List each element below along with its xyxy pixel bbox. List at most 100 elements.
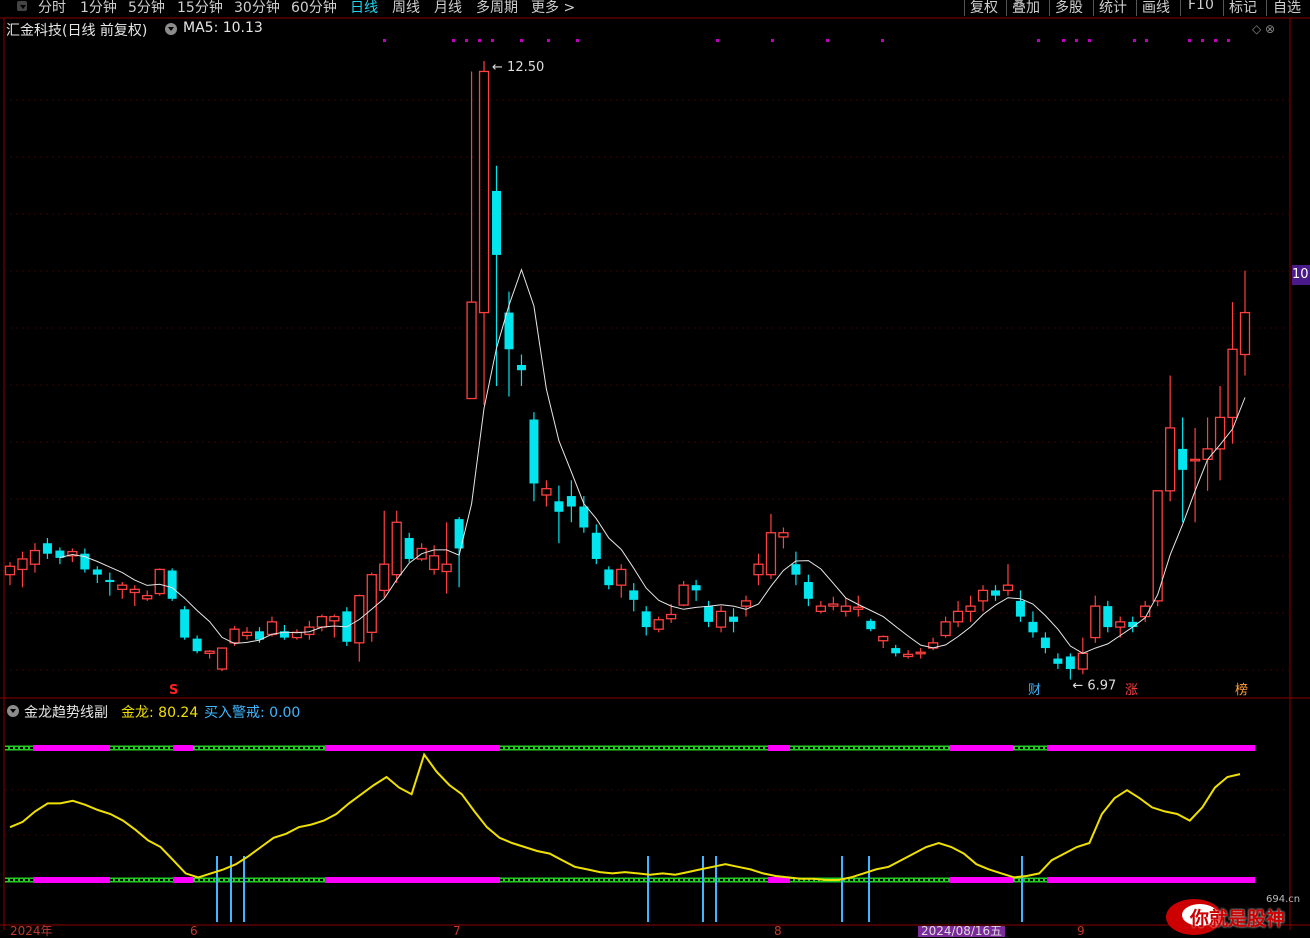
candle-body	[566, 496, 576, 507]
candle-body	[541, 488, 552, 496]
candle-body	[1178, 448, 1188, 470]
s-marker: S	[169, 683, 178, 698]
candle-body	[391, 521, 402, 576]
signal-dot	[1037, 39, 1040, 42]
kline-chart[interactable]: ← 12.50 ← 6.97 S 财 涨 榜	[0, 0, 1310, 937]
candle-body	[579, 506, 589, 528]
candle-body	[965, 605, 976, 613]
signal-dot	[576, 39, 579, 42]
watermark-text: 你就是股神	[1190, 908, 1286, 930]
candle-body	[1077, 652, 1088, 670]
candle-body	[765, 532, 777, 576]
candle-body	[478, 70, 490, 314]
candle-body	[740, 600, 752, 607]
bang-marker: 榜	[1235, 682, 1248, 698]
candle-body	[216, 647, 228, 670]
candle-body	[117, 584, 128, 591]
candle-body	[591, 532, 601, 559]
candle-body	[977, 589, 989, 602]
candle-body	[554, 501, 564, 512]
candle-body	[229, 628, 240, 644]
candle-body	[616, 568, 627, 586]
candle-body	[129, 588, 140, 594]
ma5-line	[59, 268, 1246, 654]
candle-body	[915, 651, 926, 655]
candle-body	[167, 570, 177, 599]
candle-body	[266, 621, 278, 636]
candle-body	[1239, 311, 1251, 356]
signal-dot	[1188, 39, 1191, 42]
candle-body	[903, 653, 914, 658]
candle-body	[92, 569, 102, 575]
candle-body	[441, 563, 452, 573]
indicator-title: 金龙趋势线副	[24, 705, 108, 721]
signal-dot	[1227, 39, 1230, 42]
candle-body	[1090, 605, 1101, 639]
candle-body	[815, 605, 826, 613]
signal-dot	[881, 39, 884, 42]
low-price-label: ← 6.97	[1072, 679, 1116, 694]
right-price-tag: 10	[1292, 265, 1310, 285]
candle-body	[1165, 427, 1176, 492]
dropdown-icon[interactable]	[165, 23, 177, 35]
signal-dot	[491, 39, 494, 42]
candle-body	[604, 569, 614, 586]
candle-body	[704, 606, 714, 622]
candle-body	[940, 621, 951, 637]
candle-body	[803, 582, 813, 599]
candle-body	[17, 558, 28, 571]
candle-body	[379, 563, 390, 592]
indicator-dropdown-icon[interactable]	[7, 705, 19, 717]
candle-body	[1115, 621, 1126, 628]
signal-dot	[1133, 39, 1136, 42]
cai-marker: 财	[1028, 683, 1041, 698]
x-axis-label: 9	[1077, 924, 1085, 938]
x-axis-label: 7	[453, 924, 461, 938]
candle-body	[1202, 448, 1213, 461]
stock-title: 汇金科技(日线 前复权)	[6, 23, 148, 39]
x-axis-label: 2024年	[10, 924, 53, 938]
candle-body	[715, 610, 727, 628]
candle-body	[29, 549, 41, 565]
candle-body	[878, 635, 889, 642]
candle-body	[329, 615, 340, 622]
candle-body	[142, 594, 153, 600]
gold-dragon-value: 金龙: 80.24	[121, 705, 199, 721]
candle-body	[866, 620, 876, 630]
signal-dot	[520, 39, 523, 42]
gold-dragon-line	[9, 752, 1241, 881]
candle-body	[529, 419, 539, 484]
candle-body	[504, 312, 514, 350]
candle-body	[466, 301, 477, 400]
high-price-label: ← 12.50	[492, 60, 544, 75]
candle-body	[828, 603, 839, 607]
signal-dot	[1201, 39, 1204, 42]
x-axis-label: 8	[774, 924, 782, 938]
candle-body	[429, 555, 440, 571]
candle-body	[691, 585, 701, 591]
candle-body	[840, 605, 851, 613]
candle-body	[404, 537, 414, 559]
candle-body	[891, 648, 901, 654]
candle-body	[4, 565, 16, 576]
signal-dot	[547, 39, 550, 42]
candle-body	[753, 563, 764, 576]
candle-body	[42, 543, 52, 554]
candle-body	[1103, 606, 1113, 628]
candle-body	[492, 190, 502, 255]
x-axis-label: 6	[190, 924, 198, 938]
candle-body	[192, 638, 202, 652]
candle-body	[1015, 600, 1025, 617]
candle-body	[316, 615, 328, 628]
buy-alert-value: 买入警戒: 0.00	[204, 705, 301, 721]
candle-body	[853, 606, 864, 610]
signal-dot	[478, 39, 481, 42]
signal-dot	[1088, 39, 1091, 42]
signal-dot	[716, 39, 719, 42]
diamond-icon[interactable]: ◇ ⊗	[1252, 22, 1275, 36]
candle-body	[653, 619, 664, 630]
candle-body	[180, 609, 190, 638]
candle-body	[204, 650, 215, 654]
candle-body	[1227, 348, 1238, 419]
candle-body	[729, 616, 739, 622]
